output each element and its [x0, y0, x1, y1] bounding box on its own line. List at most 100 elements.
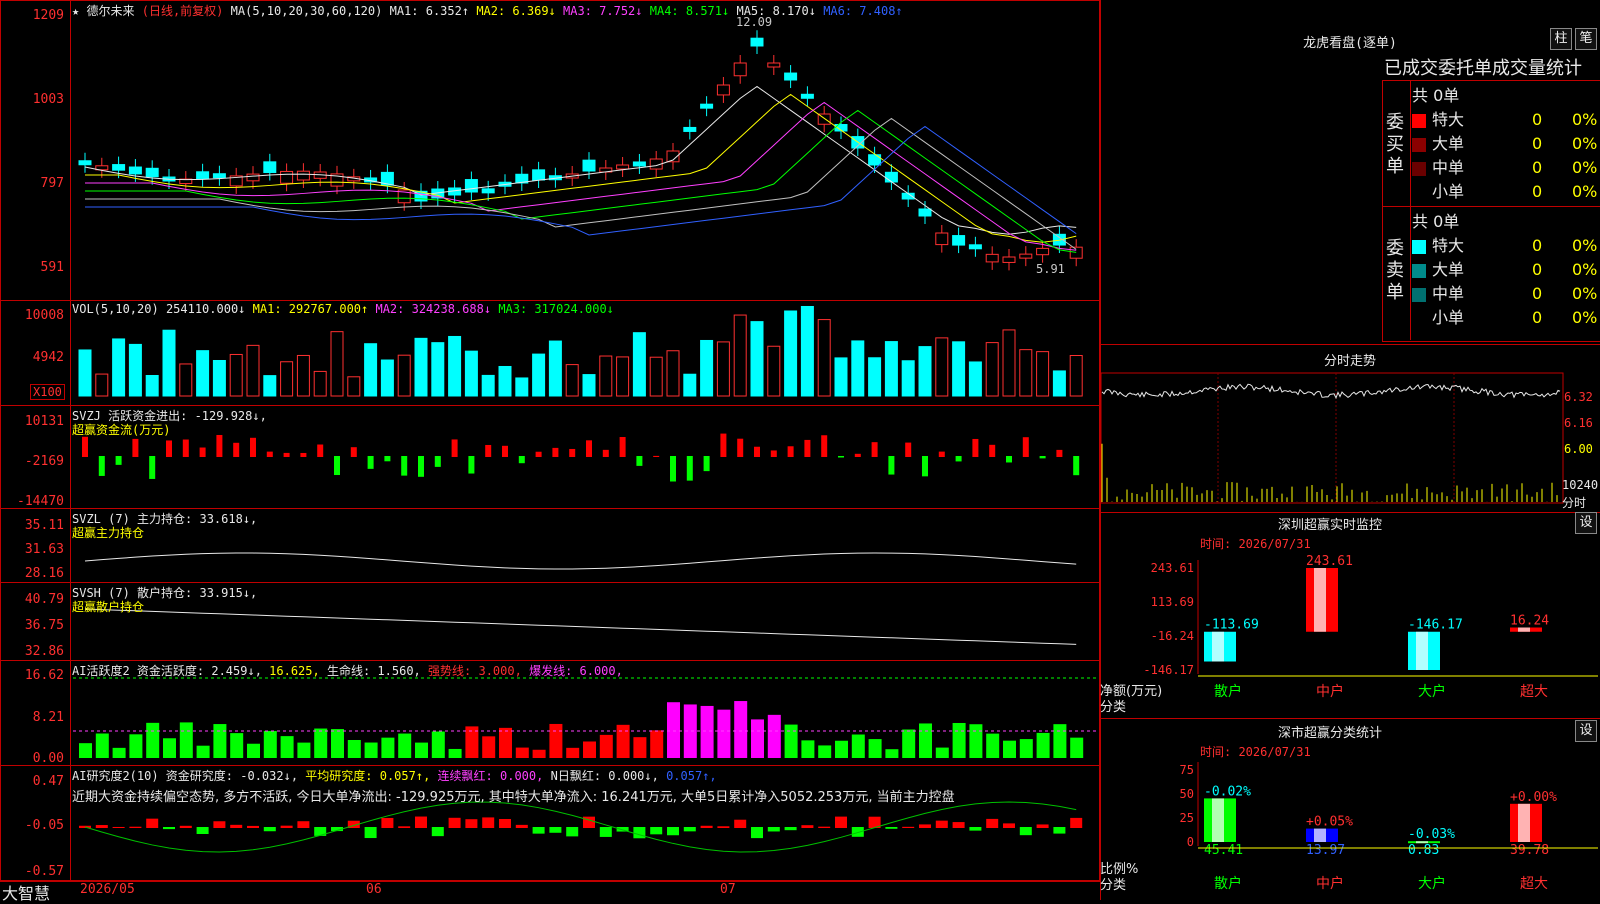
flow-bar	[804, 439, 811, 457]
category-swatch	[1412, 186, 1426, 200]
volume-bar	[851, 340, 865, 397]
lhb-tabs[interactable]: 已成交委托单成交量统计	[1384, 54, 1582, 81]
volume-bar	[548, 340, 562, 397]
activity-bar	[969, 724, 983, 758]
flow-bar	[854, 453, 861, 457]
buy-total: 共 0单	[1412, 86, 1460, 105]
category-pct: 0%	[1572, 236, 1598, 255]
vol-axis-2: 4942	[32, 350, 64, 365]
volume-bar	[179, 363, 193, 397]
volume-bar	[632, 332, 646, 397]
volume-bar	[263, 375, 277, 397]
ai-active-axis-1: 16.62	[24, 668, 64, 683]
minute-chart[interactable]	[1100, 368, 1570, 508]
volume-bar	[616, 356, 630, 397]
volume-bar	[834, 357, 848, 397]
volume-bar	[700, 339, 714, 397]
bar-top-label: -0.03%	[1408, 827, 1455, 842]
activity-bar	[784, 724, 798, 758]
research-bar	[1036, 824, 1049, 828]
category-pct: 0%	[1572, 182, 1598, 201]
research-bar	[263, 827, 276, 832]
minute-title: 分时走势	[1323, 354, 1376, 369]
candle-body	[733, 62, 747, 77]
flow-bar	[619, 437, 626, 457]
volume-bar	[649, 356, 663, 397]
y-tick-label: 0	[1187, 835, 1194, 849]
y-tick-label: 113.69	[1151, 595, 1194, 609]
category-pct: 0%	[1572, 134, 1598, 153]
main-hold-line	[84, 552, 1077, 570]
flow-bar	[871, 442, 878, 457]
candle-body	[1036, 247, 1050, 256]
bar-highlight	[1212, 798, 1224, 842]
category-label: 特大	[1432, 110, 1465, 129]
research-bar	[1003, 823, 1015, 828]
chart-area[interactable]	[0, 0, 1100, 882]
ai-research-axis-2: -0.05	[24, 818, 64, 833]
sell-row-3: 小单 0 0%	[1412, 304, 1597, 328]
volume-bar	[1019, 349, 1033, 397]
flow-bar	[468, 456, 475, 474]
research-bar	[835, 816, 847, 828]
kline-svg[interactable]	[1, 1, 1101, 881]
flow-bar	[535, 451, 542, 457]
ai-research-d: N日飘红: 0.000↓,	[550, 769, 659, 783]
flow-bar	[149, 456, 156, 479]
axis-vline	[70, 0, 71, 880]
flow-bar	[989, 444, 996, 457]
volume-bar	[733, 314, 747, 397]
ai-active-header: AI活跃度2 资金活跃度: 2.459↓, 16.625, 生命线: 1.560…	[72, 662, 623, 679]
stock-name: 德尔未来	[86, 4, 135, 18]
candle-body	[868, 154, 882, 166]
research-bar	[499, 819, 511, 828]
ai-active-c: 生命线: 1.560,	[326, 664, 421, 678]
sz-stats-settings-button[interactable]: 设	[1575, 720, 1597, 742]
research-bar	[599, 827, 612, 837]
research-bar	[297, 821, 310, 828]
ai-active-b: 16.625,	[269, 664, 320, 678]
svzl-axis-3: 28.16	[24, 566, 64, 581]
sz-monitor-settings-button[interactable]: 设	[1575, 512, 1597, 534]
price-axis-4: 591	[40, 260, 64, 275]
price-axis-2: 1003	[32, 92, 64, 107]
candle-body	[128, 166, 142, 175]
flow-bar	[1022, 437, 1029, 457]
flow-bar	[653, 455, 660, 457]
research-bar	[213, 821, 226, 828]
tick-mode-button[interactable]: 笔	[1575, 28, 1597, 50]
activity-bar	[801, 740, 815, 758]
low-mark: 5.91	[1036, 262, 1065, 276]
category-label: 大单	[1432, 134, 1465, 153]
category-swatch	[1412, 312, 1426, 326]
bar-mode-button[interactable]: 柱	[1550, 28, 1572, 50]
volume-bar	[414, 337, 428, 397]
bar-bottom-label: 0.83	[1408, 843, 1439, 858]
flow-bar	[720, 433, 727, 457]
research-bar	[112, 826, 125, 828]
category-swatch	[1412, 113, 1426, 128]
volume-bar	[952, 341, 966, 397]
volume-bar	[1052, 370, 1066, 397]
activity-bar	[935, 747, 949, 758]
volume-bar	[380, 359, 394, 397]
candle-body	[145, 167, 159, 178]
research-bar	[247, 825, 259, 828]
volume-bar	[1036, 351, 1050, 397]
research-bar	[667, 827, 679, 836]
flow-bar	[502, 445, 508, 457]
bar-highlight	[1518, 803, 1530, 842]
volume-bar	[750, 321, 764, 397]
flow-bar	[905, 442, 912, 457]
ai-research-axis-3: -0.57	[24, 864, 64, 879]
sell-row-1: 大单 0 0%	[1412, 256, 1597, 280]
candle-body	[800, 93, 814, 99]
bar-highlight	[1416, 631, 1428, 670]
category-count: 0	[1532, 110, 1543, 129]
flow-bar	[938, 451, 945, 457]
sell-row-2: 中单 0 0%	[1412, 280, 1597, 304]
category-label: 中单	[1432, 284, 1465, 303]
bar-bottom-label: 13.97	[1306, 843, 1345, 858]
candle-body	[464, 179, 478, 193]
ma6: MA6: 7.408↑	[823, 4, 903, 18]
